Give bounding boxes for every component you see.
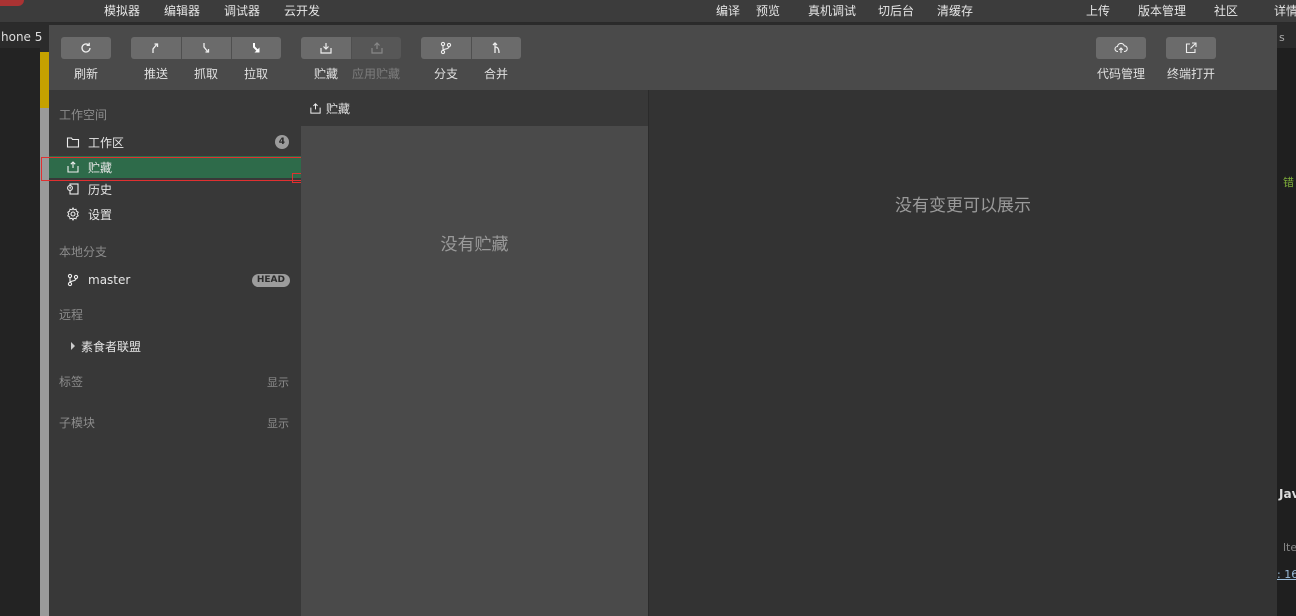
terminal-open-button[interactable]: 终端打开 — [1166, 37, 1216, 82]
menu-details[interactable]: 详情 — [1274, 2, 1296, 19]
apply-stash-button[interactable]: 应用贮藏 — [351, 37, 401, 82]
branch-button[interactable]: 分支 — [421, 37, 471, 82]
app-logo-icon — [0, 0, 24, 6]
external-link-icon — [1185, 42, 1197, 54]
stash-icon — [310, 102, 321, 114]
refresh-button[interactable]: 刷新 — [61, 37, 111, 82]
stash-empty-message: 没有贮藏 — [440, 235, 509, 255]
remote-section-title: 远程 — [59, 308, 84, 322]
push-button[interactable]: 推送 — [131, 37, 181, 82]
menu-cloud-dev[interactable]: 云开发 — [284, 2, 320, 19]
submodule-section-title: 子模块 — [59, 416, 96, 430]
git-toolbar: 刷新 推送 抓取 拉取 贮藏 应用贮藏 分支 合并 代码管理 终端打开 — [49, 25, 1277, 90]
gear-icon — [67, 207, 79, 221]
menu-background[interactable]: 切后台 — [878, 2, 914, 19]
console-area — [1277, 48, 1296, 616]
edge-text: Jav — [1279, 487, 1296, 501]
stash-list-panel: 贮藏 没有贮藏 — [301, 90, 649, 616]
code-manage-button[interactable]: 代码管理 — [1096, 37, 1146, 82]
sidebar-item-settings[interactable]: 设置 — [49, 203, 301, 225]
version-management-dialog: 刷新 推送 抓取 拉取 贮藏 应用贮藏 分支 合并 代码管理 终端打开 工作空间… — [41, 25, 1277, 616]
branch-icon — [67, 273, 79, 287]
menu-debugger[interactable]: 调试器 — [224, 2, 260, 19]
sidebar-item-workspace[interactable]: 工作区 4 — [49, 131, 301, 153]
menu-upload[interactable]: 上传 — [1086, 2, 1110, 19]
simulator-area — [0, 48, 40, 616]
stash-button[interactable]: 贮藏 — [301, 37, 351, 82]
menu-editor[interactable]: 编辑器 — [164, 2, 200, 19]
remote-name: 素食者联盟 — [81, 339, 142, 354]
menu-clear-cache[interactable]: 清缓存 — [937, 2, 973, 19]
tags-section-title: 标签 — [59, 375, 84, 389]
menu-version-manage[interactable]: 版本管理 — [1138, 2, 1186, 19]
edge-text: : 16 — [1277, 568, 1296, 581]
merge-button[interactable]: 合并 — [471, 37, 521, 82]
menu-preview[interactable]: 预览 — [756, 2, 780, 19]
stash-panel-title: 贮藏 — [326, 101, 351, 116]
edge-text: s — [1279, 31, 1285, 44]
pull-icon — [252, 43, 259, 53]
diff-panel: 没有变更可以展示 — [649, 90, 1277, 616]
change-count-badge: 4 — [274, 135, 289, 149]
simulator-strip — [40, 52, 49, 108]
sidebar-item-stash[interactable]: 贮藏 — [49, 156, 301, 178]
simulator-strip-gray — [40, 108, 49, 616]
remote-item[interactable]: 素食者联盟 — [49, 335, 301, 357]
stash-icon — [67, 161, 79, 173]
stash-panel-header: 贮藏 — [301, 90, 648, 126]
menu-compile[interactable]: 编译 — [716, 2, 740, 19]
tags-show-link[interactable]: 显示 — [267, 374, 289, 390]
menu-community[interactable]: 社区 — [1214, 2, 1238, 19]
sidebar-item-label: 工作区 — [88, 135, 125, 150]
branch-icon — [440, 41, 452, 55]
menu-simulator[interactable]: 模拟器 — [104, 2, 140, 19]
sidebar-item-label: 设置 — [88, 207, 113, 222]
head-badge: HEAD — [251, 274, 290, 287]
history-icon — [67, 183, 79, 195]
git-sidebar: 工作空间 工作区 4 贮藏 历史 设置 本地分支 master HEAD 远程 … — [41, 90, 312, 616]
submodule-show-link[interactable]: 显示 — [267, 415, 289, 431]
menu-remote-debug[interactable]: 真机调试 — [808, 2, 856, 19]
stash-icon — [320, 43, 332, 54]
fetch-button[interactable]: 抓取 — [181, 37, 231, 82]
edge-text: 错 — [1283, 176, 1294, 189]
sidebar-item-history[interactable]: 历史 — [49, 178, 301, 200]
diff-empty-message: 没有变更可以展示 — [895, 196, 1031, 216]
pull-button[interactable]: 拉取 — [231, 37, 281, 82]
branch-name: master — [88, 273, 131, 287]
device-selector[interactable]: hone 5 — [0, 26, 49, 48]
fetch-icon — [202, 43, 209, 53]
sidebar-item-label: 贮藏 — [88, 160, 113, 175]
apply-stash-icon — [370, 42, 383, 54]
merge-icon — [492, 42, 500, 54]
folder-icon — [66, 137, 80, 148]
cloud-upload-icon — [1114, 42, 1128, 53]
sidebar-item-label: 历史 — [88, 182, 113, 197]
refresh-icon — [81, 42, 91, 53]
edge-text: lte — [1283, 541, 1296, 554]
workspace-section-title: 工作空间 — [59, 108, 108, 122]
top-menu-bar: 模拟器 编辑器 调试器 云开发 编译 预览 真机调试 切后台 清缓存 上传 版本… — [0, 0, 1296, 23]
caret-right-icon — [70, 342, 76, 350]
push-icon — [152, 43, 159, 53]
branch-item-master[interactable]: master HEAD — [49, 269, 301, 291]
local-branch-section-title: 本地分支 — [59, 245, 108, 259]
